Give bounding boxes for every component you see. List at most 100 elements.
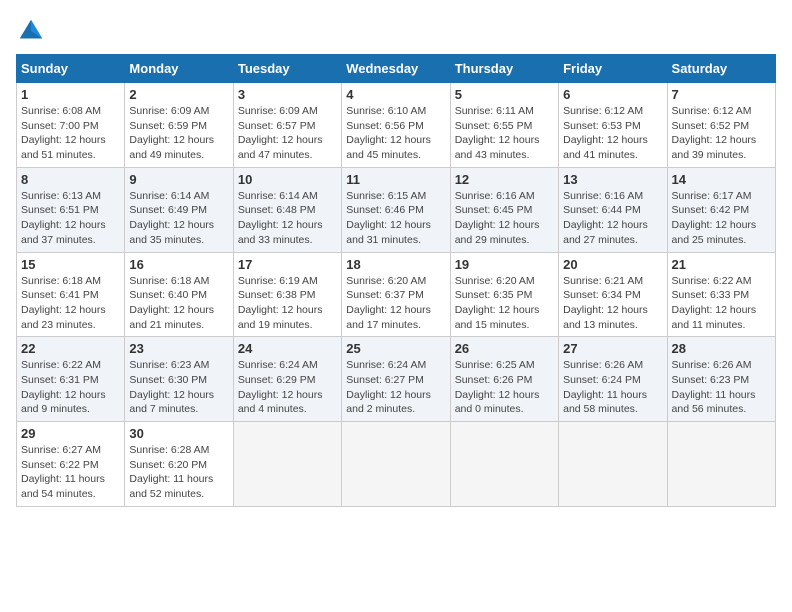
calendar-cell: 2 Sunrise: 6:09 AM Sunset: 6:59 PM Dayli…: [125, 83, 233, 168]
calendar-cell: 8 Sunrise: 6:13 AM Sunset: 6:51 PM Dayli…: [17, 167, 125, 252]
day-number: 3: [238, 87, 337, 102]
calendar-cell: 15 Sunrise: 6:18 AM Sunset: 6:41 PM Dayl…: [17, 252, 125, 337]
calendar-cell: 6 Sunrise: 6:12 AM Sunset: 6:53 PM Dayli…: [559, 83, 667, 168]
day-info: Sunrise: 6:12 AM Sunset: 6:52 PM Dayligh…: [672, 104, 771, 163]
day-number: 8: [21, 172, 120, 187]
day-info: Sunrise: 6:16 AM Sunset: 6:45 PM Dayligh…: [455, 189, 554, 248]
day-number: 21: [672, 257, 771, 272]
calendar-cell: [667, 422, 775, 507]
day-number: 13: [563, 172, 662, 187]
day-number: 29: [21, 426, 120, 441]
day-info: Sunrise: 6:16 AM Sunset: 6:44 PM Dayligh…: [563, 189, 662, 248]
day-number: 2: [129, 87, 228, 102]
day-info: Sunrise: 6:22 AM Sunset: 6:31 PM Dayligh…: [21, 358, 120, 417]
day-number: 27: [563, 341, 662, 356]
calendar-cell: [233, 422, 341, 507]
day-info: Sunrise: 6:23 AM Sunset: 6:30 PM Dayligh…: [129, 358, 228, 417]
day-info: Sunrise: 6:27 AM Sunset: 6:22 PM Dayligh…: [21, 443, 120, 502]
day-number: 28: [672, 341, 771, 356]
calendar-cell: 16 Sunrise: 6:18 AM Sunset: 6:40 PM Dayl…: [125, 252, 233, 337]
day-number: 25: [346, 341, 445, 356]
day-header-saturday: Saturday: [667, 55, 775, 83]
calendar-cell: [450, 422, 558, 507]
calendar-cell: 26 Sunrise: 6:25 AM Sunset: 6:26 PM Dayl…: [450, 337, 558, 422]
calendar-cell: 23 Sunrise: 6:23 AM Sunset: 6:30 PM Dayl…: [125, 337, 233, 422]
calendar-cell: [342, 422, 450, 507]
day-number: 11: [346, 172, 445, 187]
calendar-cell: 11 Sunrise: 6:15 AM Sunset: 6:46 PM Dayl…: [342, 167, 450, 252]
day-info: Sunrise: 6:25 AM Sunset: 6:26 PM Dayligh…: [455, 358, 554, 417]
logo-icon: [16, 16, 46, 46]
calendar-week-row: 22 Sunrise: 6:22 AM Sunset: 6:31 PM Dayl…: [17, 337, 776, 422]
day-info: Sunrise: 6:18 AM Sunset: 6:40 PM Dayligh…: [129, 274, 228, 333]
day-info: Sunrise: 6:15 AM Sunset: 6:46 PM Dayligh…: [346, 189, 445, 248]
calendar-cell: 29 Sunrise: 6:27 AM Sunset: 6:22 PM Dayl…: [17, 422, 125, 507]
day-number: 9: [129, 172, 228, 187]
day-info: Sunrise: 6:11 AM Sunset: 6:55 PM Dayligh…: [455, 104, 554, 163]
day-info: Sunrise: 6:19 AM Sunset: 6:38 PM Dayligh…: [238, 274, 337, 333]
calendar-cell: 21 Sunrise: 6:22 AM Sunset: 6:33 PM Dayl…: [667, 252, 775, 337]
calendar-cell: 4 Sunrise: 6:10 AM Sunset: 6:56 PM Dayli…: [342, 83, 450, 168]
day-header-sunday: Sunday: [17, 55, 125, 83]
day-number: 5: [455, 87, 554, 102]
day-header-monday: Monday: [125, 55, 233, 83]
day-number: 19: [455, 257, 554, 272]
day-header-wednesday: Wednesday: [342, 55, 450, 83]
day-info: Sunrise: 6:14 AM Sunset: 6:48 PM Dayligh…: [238, 189, 337, 248]
day-number: 26: [455, 341, 554, 356]
day-number: 15: [21, 257, 120, 272]
day-number: 23: [129, 341, 228, 356]
page-header: [16, 16, 776, 46]
day-info: Sunrise: 6:08 AM Sunset: 7:00 PM Dayligh…: [21, 104, 120, 163]
calendar-cell: 14 Sunrise: 6:17 AM Sunset: 6:42 PM Dayl…: [667, 167, 775, 252]
calendar-week-row: 29 Sunrise: 6:27 AM Sunset: 6:22 PM Dayl…: [17, 422, 776, 507]
day-info: Sunrise: 6:22 AM Sunset: 6:33 PM Dayligh…: [672, 274, 771, 333]
day-info: Sunrise: 6:18 AM Sunset: 6:41 PM Dayligh…: [21, 274, 120, 333]
day-number: 6: [563, 87, 662, 102]
day-number: 22: [21, 341, 120, 356]
day-header-thursday: Thursday: [450, 55, 558, 83]
calendar-cell: 18 Sunrise: 6:20 AM Sunset: 6:37 PM Dayl…: [342, 252, 450, 337]
day-number: 10: [238, 172, 337, 187]
day-info: Sunrise: 6:13 AM Sunset: 6:51 PM Dayligh…: [21, 189, 120, 248]
day-number: 4: [346, 87, 445, 102]
day-header-tuesday: Tuesday: [233, 55, 341, 83]
day-info: Sunrise: 6:26 AM Sunset: 6:23 PM Dayligh…: [672, 358, 771, 417]
day-info: Sunrise: 6:09 AM Sunset: 6:57 PM Dayligh…: [238, 104, 337, 163]
day-info: Sunrise: 6:14 AM Sunset: 6:49 PM Dayligh…: [129, 189, 228, 248]
calendar-week-row: 15 Sunrise: 6:18 AM Sunset: 6:41 PM Dayl…: [17, 252, 776, 337]
calendar-cell: 17 Sunrise: 6:19 AM Sunset: 6:38 PM Dayl…: [233, 252, 341, 337]
calendar-table: SundayMondayTuesdayWednesdayThursdayFrid…: [16, 54, 776, 507]
calendar-cell: 27 Sunrise: 6:26 AM Sunset: 6:24 PM Dayl…: [559, 337, 667, 422]
day-info: Sunrise: 6:28 AM Sunset: 6:20 PM Dayligh…: [129, 443, 228, 502]
calendar-cell: 24 Sunrise: 6:24 AM Sunset: 6:29 PM Dayl…: [233, 337, 341, 422]
day-number: 7: [672, 87, 771, 102]
day-info: Sunrise: 6:20 AM Sunset: 6:37 PM Dayligh…: [346, 274, 445, 333]
day-header-friday: Friday: [559, 55, 667, 83]
day-info: Sunrise: 6:09 AM Sunset: 6:59 PM Dayligh…: [129, 104, 228, 163]
day-info: Sunrise: 6:10 AM Sunset: 6:56 PM Dayligh…: [346, 104, 445, 163]
calendar-cell: 3 Sunrise: 6:09 AM Sunset: 6:57 PM Dayli…: [233, 83, 341, 168]
day-number: 18: [346, 257, 445, 272]
calendar-week-row: 1 Sunrise: 6:08 AM Sunset: 7:00 PM Dayli…: [17, 83, 776, 168]
calendar-cell: 12 Sunrise: 6:16 AM Sunset: 6:45 PM Dayl…: [450, 167, 558, 252]
day-number: 12: [455, 172, 554, 187]
calendar-cell: 28 Sunrise: 6:26 AM Sunset: 6:23 PM Dayl…: [667, 337, 775, 422]
calendar-cell: 22 Sunrise: 6:22 AM Sunset: 6:31 PM Dayl…: [17, 337, 125, 422]
day-number: 17: [238, 257, 337, 272]
day-info: Sunrise: 6:21 AM Sunset: 6:34 PM Dayligh…: [563, 274, 662, 333]
calendar-cell: 10 Sunrise: 6:14 AM Sunset: 6:48 PM Dayl…: [233, 167, 341, 252]
day-number: 1: [21, 87, 120, 102]
calendar-cell: 5 Sunrise: 6:11 AM Sunset: 6:55 PM Dayli…: [450, 83, 558, 168]
calendar-cell: 19 Sunrise: 6:20 AM Sunset: 6:35 PM Dayl…: [450, 252, 558, 337]
calendar-cell: 25 Sunrise: 6:24 AM Sunset: 6:27 PM Dayl…: [342, 337, 450, 422]
day-info: Sunrise: 6:17 AM Sunset: 6:42 PM Dayligh…: [672, 189, 771, 248]
calendar-cell: 7 Sunrise: 6:12 AM Sunset: 6:52 PM Dayli…: [667, 83, 775, 168]
calendar-cell: [559, 422, 667, 507]
calendar-cell: 13 Sunrise: 6:16 AM Sunset: 6:44 PM Dayl…: [559, 167, 667, 252]
calendar-cell: 20 Sunrise: 6:21 AM Sunset: 6:34 PM Dayl…: [559, 252, 667, 337]
day-number: 16: [129, 257, 228, 272]
day-number: 24: [238, 341, 337, 356]
calendar-cell: 9 Sunrise: 6:14 AM Sunset: 6:49 PM Dayli…: [125, 167, 233, 252]
logo: [16, 16, 50, 46]
